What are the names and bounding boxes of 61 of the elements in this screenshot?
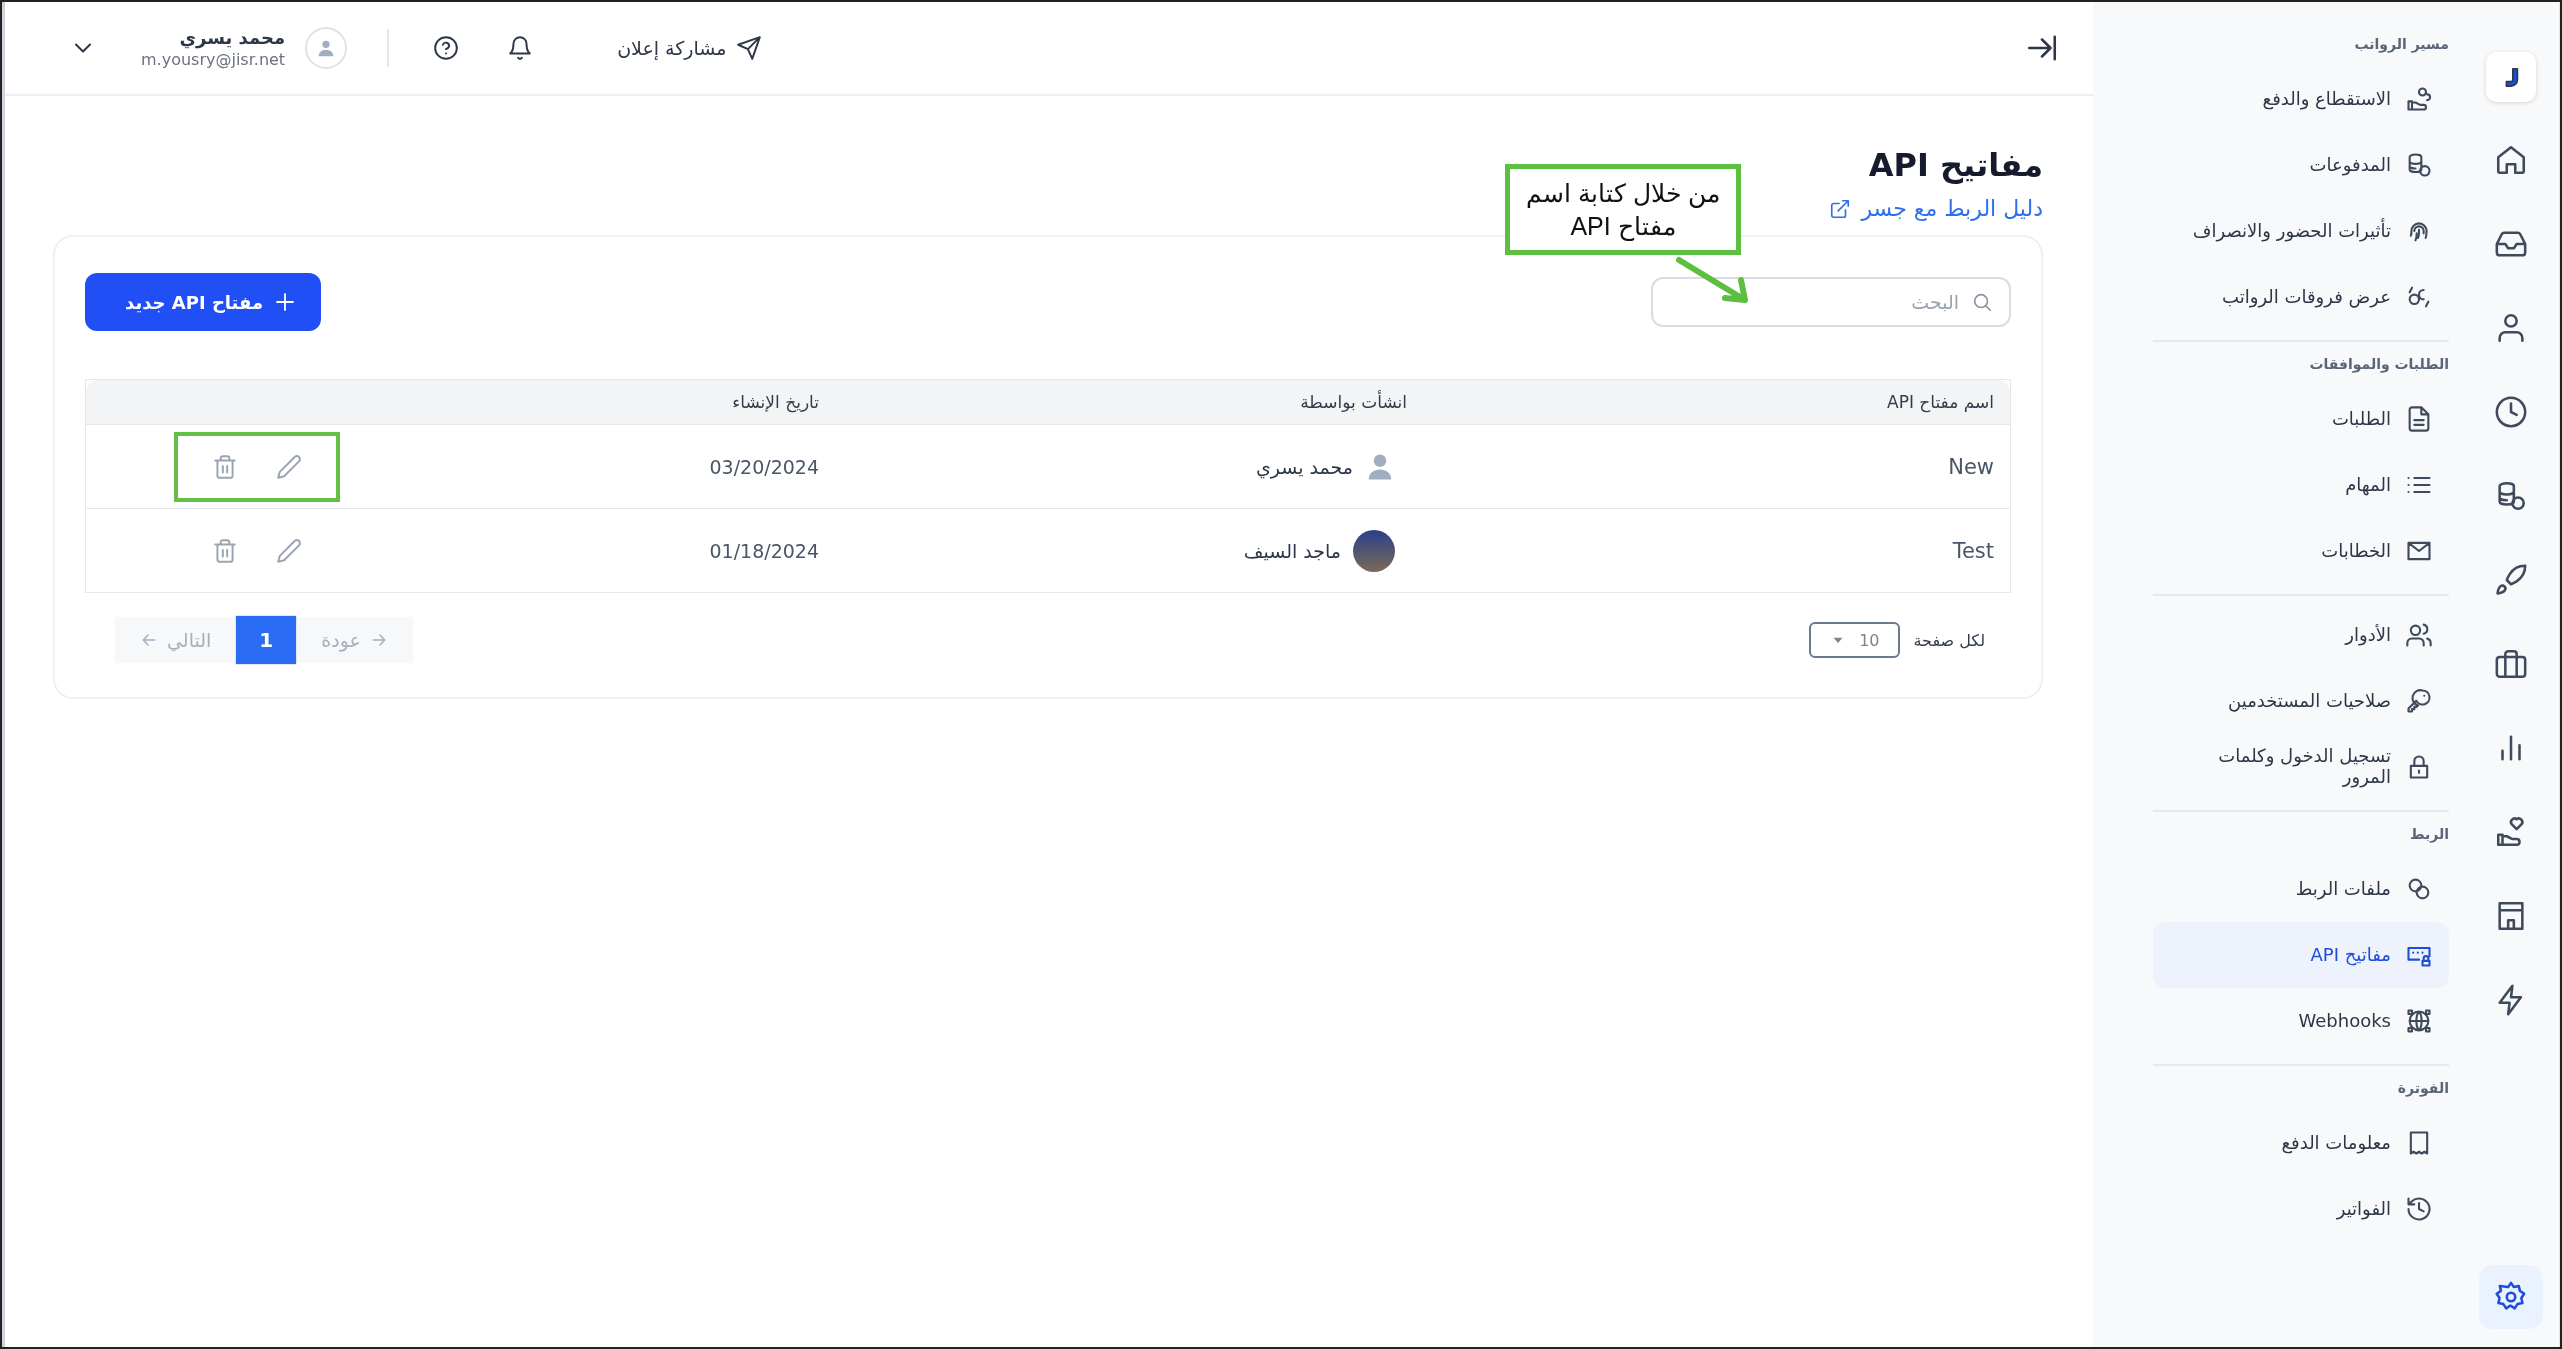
clock-icon — [2494, 395, 2528, 429]
share-announcement-button[interactable]: مشاركة إعلان — [617, 35, 763, 61]
section-heading: الطلبات والموافقات — [2308, 355, 2449, 375]
sidebar-item[interactable]: مفاتيح API — [2153, 922, 2449, 988]
pencil-icon — [276, 537, 302, 564]
trash-icon — [212, 537, 238, 564]
sidebar-item[interactable]: الاستقطاع والدفع — [2153, 66, 2449, 132]
table-cell-text: 03/20/2024 — [708, 455, 820, 478]
app-logo[interactable] — [2486, 52, 2536, 102]
search-icon — [1971, 291, 1993, 313]
section-heading: مسير الرواتب — [2353, 35, 2449, 55]
column-header: اسم مفتاح API — [1886, 392, 1995, 412]
rail-nav-button[interactable] — [2479, 1265, 2543, 1329]
table-cell-text: New — [1947, 454, 1995, 479]
integration-guide-link[interactable]: دليل الربط مع جسر — [1829, 196, 2043, 221]
sidebar-item[interactable]: تأثيرات الحضور والانصراف — [2153, 198, 2449, 264]
user-avatar — [305, 27, 348, 69]
table-cell-text: 01/18/2024 — [708, 539, 820, 562]
home-icon — [2494, 143, 2528, 177]
trash-icon — [212, 453, 238, 480]
briefcase-icon — [2494, 647, 2528, 681]
search-input[interactable]: البحث — [1669, 290, 1961, 314]
help-icon — [433, 35, 460, 61]
avatar-photo-placeholder — [1353, 529, 1395, 572]
column-header: انشأت بواسطة — [1299, 392, 1408, 412]
external-link-icon — [1829, 197, 1852, 220]
new-api-key-button[interactable]: مفتاح API جديد — [85, 273, 322, 331]
page-title: مفاتيح API — [1868, 146, 2043, 184]
column-header: تاريخ الإنشاء — [731, 392, 820, 412]
per-page-select[interactable]: 10 — [1809, 622, 1900, 658]
sidebar-item[interactable]: ملفات الربط — [2153, 856, 2449, 922]
send-icon — [736, 35, 763, 61]
sidebar-item[interactable]: المهام — [2153, 452, 2449, 518]
per-page-label: لكل صفحة — [1913, 630, 1985, 650]
key-icon — [2405, 687, 2433, 715]
table-cell-text: Test — [1951, 538, 1995, 563]
creator-name: محمد يسري — [1255, 455, 1353, 478]
section-heading: الفوترة — [2396, 1079, 2449, 1099]
user-email: m.yousry@jisr.net — [141, 50, 286, 69]
globe-network-icon — [2405, 1007, 2433, 1035]
creator-name: ماجد السيف — [1243, 539, 1341, 562]
page-number-button[interactable]: 1 — [235, 615, 298, 665]
annotation-callout: من خلال كتابة اسم مفتاح API — [1505, 164, 1741, 255]
bell-icon — [507, 35, 534, 61]
sidebar-item[interactable]: Webhooks — [2153, 988, 2449, 1054]
search-field[interactable]: البحث — [1651, 277, 2011, 327]
sidebar-item[interactable]: الطلبات — [2153, 386, 2449, 452]
history-icon — [2405, 1195, 2433, 1223]
pencil-icon — [276, 453, 302, 480]
sidebar-item[interactable]: الفواتير — [2153, 1176, 2449, 1242]
users-icon — [2405, 621, 2433, 649]
hand-coins-icon — [2405, 85, 2433, 113]
sidebar-item[interactable]: الخطابات — [2153, 518, 2449, 584]
section-heading: الربط — [2409, 825, 2449, 845]
sidebar-item[interactable]: صلاحيات المستخدمين — [2153, 668, 2449, 734]
sidebar-item[interactable]: عرض فروقات الرواتب — [2153, 264, 2449, 330]
sidebar-item[interactable]: معلومات الدفع — [2153, 1110, 2449, 1176]
sidebar-item[interactable]: المدفوعات — [2153, 132, 2449, 198]
sidebar-item[interactable]: تسجيل الدخول وكلمات المرور — [2153, 734, 2449, 800]
user-name: محمد يسري — [179, 27, 286, 48]
sidebar-item[interactable]: الأدوار — [2153, 602, 2449, 668]
